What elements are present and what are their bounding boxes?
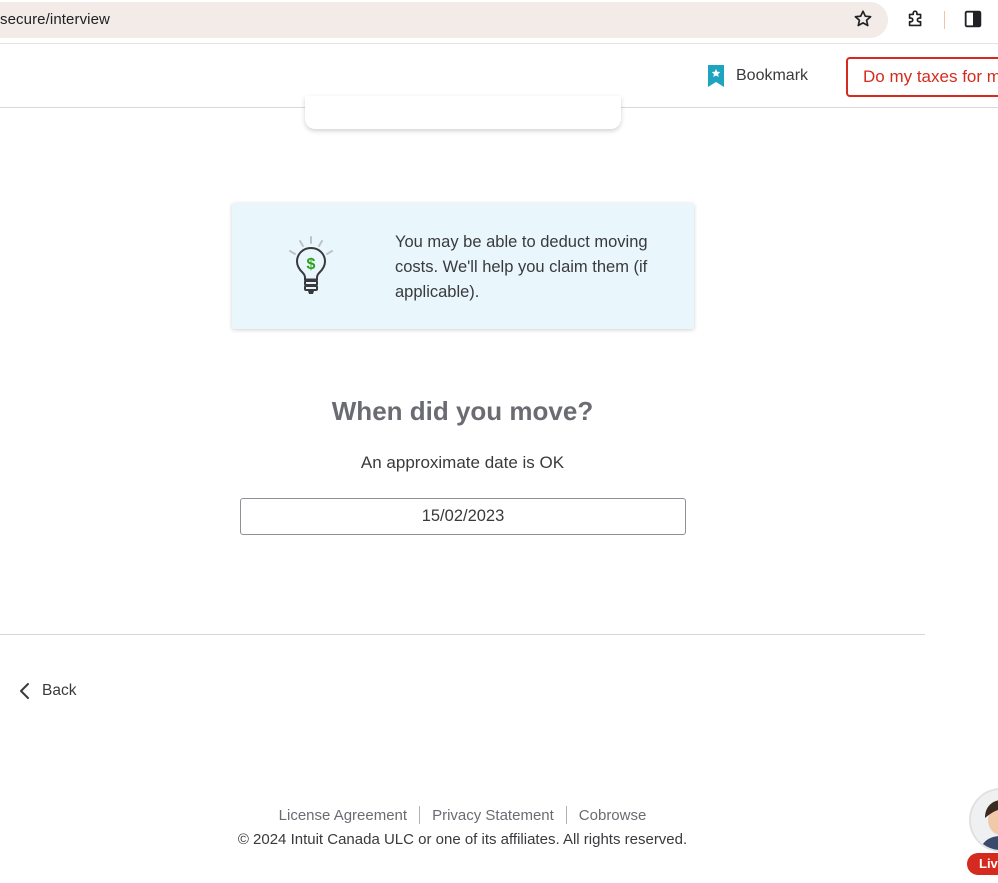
footer-separator [419, 806, 421, 824]
person-avatar-icon [971, 790, 998, 850]
info-text: You may be able to deduct moving costs. … [395, 233, 648, 301]
license-agreement-link[interactable]: License Agreement [279, 807, 407, 824]
live-expert-avatar[interactable] [969, 788, 998, 852]
bookmark-button[interactable]: Bookmark [706, 64, 808, 88]
back-label: Back [42, 682, 77, 699]
section-divider [0, 634, 925, 635]
footer-separator [565, 806, 567, 824]
extensions-icon[interactable] [905, 8, 927, 30]
previous-card [305, 96, 621, 129]
privacy-statement-link[interactable]: Privacy Statement [432, 807, 554, 824]
back-button[interactable]: Back [18, 681, 76, 701]
chevron-left-icon [20, 683, 29, 699]
footer-links: License Agreement Privacy Statement Cobr… [0, 806, 925, 824]
move-date-input[interactable] [240, 498, 686, 535]
copyright-text: © 2024 Intuit Canada ULC or one of its a… [237, 831, 688, 848]
toolbar-divider [944, 11, 945, 29]
question-title: When did you move? [331, 396, 594, 426]
lightbulb-dollar-icon: $ [289, 236, 333, 294]
svg-text:$: $ [307, 256, 316, 273]
bookmark-label: Bookmark [736, 67, 809, 84]
info-callout: $ You may be able to deduct moving costs… [232, 203, 694, 329]
browser-toolbar: secure/interview [0, 0, 998, 44]
star-icon[interactable] [852, 8, 874, 30]
question-subtitle: An approximate date is OK [360, 453, 565, 472]
address-bar[interactable]: secure/interview [0, 2, 888, 38]
live-chat-badge[interactable]: Liv [967, 853, 998, 875]
cobrowse-link[interactable]: Cobrowse [579, 807, 647, 824]
side-panel-icon[interactable] [962, 8, 984, 30]
address-bar-url[interactable]: secure/interview [0, 11, 110, 28]
do-my-taxes-button[interactable]: Do my taxes for m [846, 57, 998, 97]
bookmark-icon [708, 65, 724, 87]
